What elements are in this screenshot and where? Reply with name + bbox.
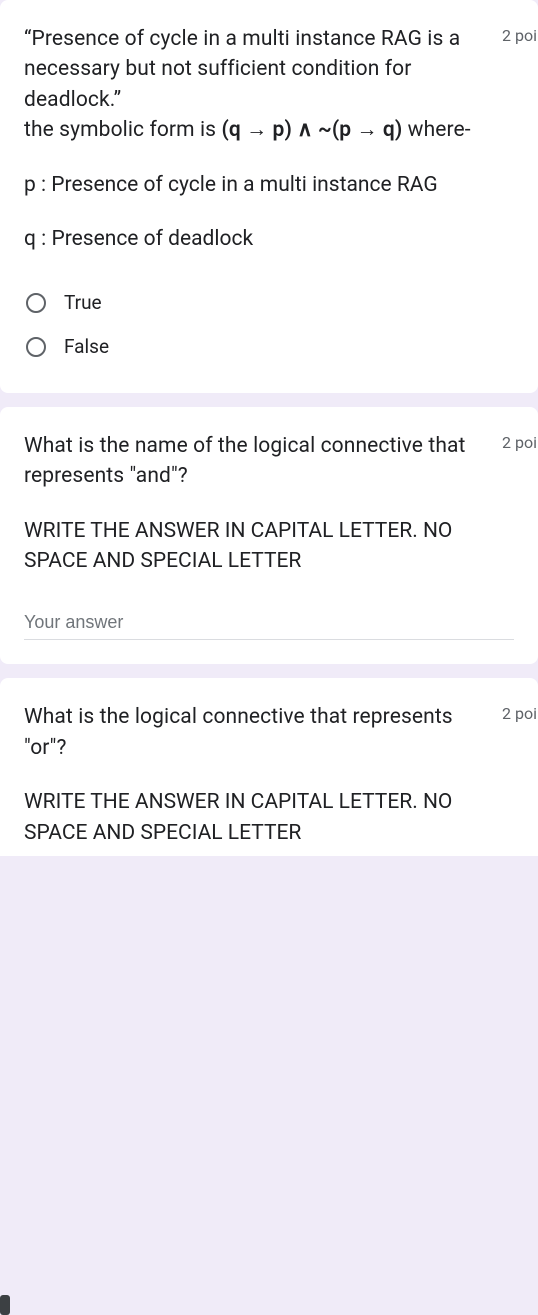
points-label: 2 points <box>502 702 538 723</box>
question-title: What is the name of the logical connecti… <box>24 431 490 492</box>
q1-q-def: q : Presence of deadlock <box>24 224 514 254</box>
option-true[interactable]: True <box>24 281 514 325</box>
q1-p-def: p : Presence of cycle in a multi instanc… <box>24 170 514 200</box>
q3-instruction: WRITE THE ANSWER IN CAPITAL LETTER. NO S… <box>24 787 514 848</box>
radio-unchecked-icon <box>24 335 48 359</box>
q2-instruction: WRITE THE ANSWER IN CAPITAL LETTER. NO S… <box>24 516 514 577</box>
points-label: 2 points <box>502 24 538 45</box>
question-header: What is the name of the logical connecti… <box>24 431 514 492</box>
option-label-false: False <box>64 335 109 358</box>
q1-symbolic: (q → p) ∧ ~(p → q) <box>221 118 402 142</box>
question-header: What is the logical connective that repr… <box>24 702 514 763</box>
question-title: “Presence of cycle in a multi instance R… <box>24 24 490 146</box>
question-title: What is the logical connective that repr… <box>24 702 490 763</box>
option-label-true: True <box>64 291 102 314</box>
q1-options: True False <box>24 281 514 369</box>
question-card-1: “Presence of cycle in a multi instance R… <box>0 0 538 393</box>
option-false[interactable]: False <box>24 325 514 369</box>
edge-handle <box>0 1295 10 1315</box>
points-label: 2 points <box>502 431 538 452</box>
question-card-2: What is the name of the logical connecti… <box>0 407 538 665</box>
question-header: “Presence of cycle in a multi instance R… <box>24 24 514 146</box>
q1-line2-pre: the symbolic form is <box>24 118 221 142</box>
radio-unchecked-icon <box>24 291 48 315</box>
answer-input[interactable] <box>24 606 514 640</box>
q1-line1: “Presence of cycle in a multi instance R… <box>24 27 460 112</box>
q1-line2-post: where- <box>402 118 470 142</box>
question-card-3: What is the logical connective that repr… <box>0 678 538 856</box>
